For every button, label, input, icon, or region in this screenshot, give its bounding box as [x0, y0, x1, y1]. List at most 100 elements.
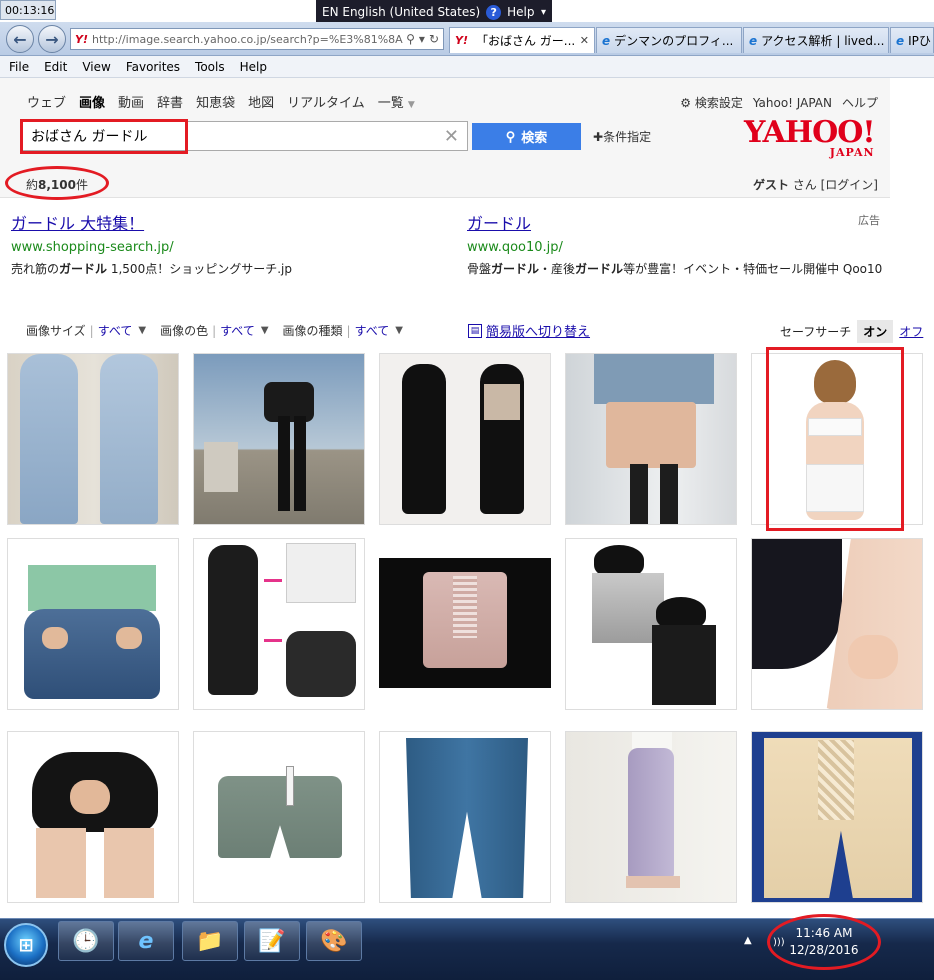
tab-label: アクセス解析 | lived... [761, 34, 885, 48]
tab-denman-profile[interactable]: e デンマンのプロフィ... [596, 27, 742, 53]
nav-chiebukuro[interactable]: 知恵袋 [196, 92, 235, 111]
filter-type-value[interactable]: すべて [355, 322, 390, 339]
safesearch-label: セーフサーチ [780, 325, 852, 339]
guest-suffix: さん [792, 178, 817, 192]
tab-yahoo-search[interactable]: Y! 「おばさん ガー... ✕ [449, 27, 595, 53]
annotation-result-count [5, 166, 109, 200]
plus-icon: ✚ [593, 130, 604, 144]
language-help-label[interactable]: Help [507, 5, 534, 19]
image-result[interactable] [565, 731, 737, 903]
menu-help[interactable]: Help [240, 60, 267, 74]
chevron-down-icon[interactable]: ▼ [395, 325, 403, 336]
search-button-label: 検索 [521, 130, 548, 145]
safesearch-off[interactable]: オフ [899, 323, 923, 340]
filter-color-label: 画像の色 [160, 324, 209, 338]
nav-list-label: 一覧 [377, 96, 404, 111]
image-result[interactable] [379, 353, 551, 525]
ad-title[interactable]: ガードル [467, 210, 907, 234]
address-url[interactable]: http://image.search.yahoo.co.jp/search?p… [92, 33, 403, 46]
address-bar[interactable]: Y! http://image.search.yahoo.co.jp/searc… [70, 28, 444, 50]
session-timer: 00:13:16 [0, 0, 56, 20]
menu-favorites[interactable]: Favorites [126, 60, 180, 74]
jeans-hands-back-pockets-image [8, 539, 178, 709]
tab-access-analysis[interactable]: e アクセス解析 | lived... [743, 27, 889, 53]
taskbar-file-explorer[interactable]: 📁 [182, 921, 238, 961]
forward-button[interactable]: → [38, 25, 66, 53]
close-icon[interactable]: ✕ [580, 34, 589, 47]
dropdown-icon[interactable]: ▾ [419, 32, 425, 46]
login-link[interactable]: [ログイン] [821, 178, 878, 192]
safesearch-on[interactable]: オン [857, 320, 894, 343]
nav-video[interactable]: 動画 [118, 92, 144, 111]
menu-file[interactable]: File [9, 60, 29, 74]
image-result[interactable] [379, 731, 551, 903]
image-result[interactable] [751, 731, 923, 903]
windows-logo-icon: ⊞ [18, 934, 34, 956]
nav-realtime[interactable]: リアルタイム [287, 92, 365, 111]
tab-ip[interactable]: e IPひ [890, 27, 934, 53]
nav-map[interactable]: 地図 [248, 92, 274, 111]
image-result[interactable] [7, 353, 179, 525]
langbar-options-icon[interactable]: ▾ [541, 7, 546, 18]
image-result[interactable] [379, 558, 551, 688]
image-filters: 画像サイズ | すべて ▼ 画像の色 | すべて ▼ 画像の種類 | すべて ▼ [26, 322, 417, 339]
clear-icon[interactable]: ✕ [444, 126, 459, 147]
language-label[interactable]: EN English (United States) [322, 5, 480, 19]
help-icon[interactable]: ? [486, 4, 502, 20]
image-result[interactable] [565, 353, 737, 525]
image-result[interactable] [7, 731, 179, 903]
taskbar-notepad[interactable]: 📝 [244, 921, 300, 961]
chevron-down-icon[interactable]: ▼ [261, 325, 269, 336]
menu-bar: File Edit View Favorites Tools Help [0, 56, 934, 78]
pink-lace-girdle-image [379, 558, 551, 688]
search-button[interactable]: ⚲ 検索 [472, 123, 581, 150]
show-hidden-icons[interactable]: ▲ [744, 935, 752, 946]
filter-size-value[interactable]: すべて [98, 322, 133, 339]
back-button[interactable]: ← [6, 25, 34, 53]
yahoo-japan-link[interactable]: Yahoo! JAPAN [753, 96, 832, 110]
image-result[interactable] [7, 538, 179, 710]
yahoo-favicon: Y! [75, 32, 88, 46]
taskbar-paint[interactable]: 🎨 [306, 921, 362, 961]
yahoo-logo[interactable]: YAHOO! JAPAN [744, 118, 876, 160]
nav-dictionary[interactable]: 辞書 [157, 92, 183, 111]
image-result[interactable] [565, 538, 737, 710]
taskbar-internet-explorer[interactable]: e [118, 921, 174, 961]
clock-app-icon: 🕒 [72, 928, 100, 954]
folder-icon: 📁 [196, 928, 224, 954]
simple-view-link[interactable]: ▤ 簡易版へ切り替え [468, 321, 590, 340]
taskbar-clock-app[interactable]: 🕒 [58, 921, 114, 961]
annotation-clock [767, 914, 881, 970]
tab-label: IPひ [908, 34, 931, 48]
beige-girdle-held-image [566, 354, 736, 524]
simple-view-icon: ▤ [468, 323, 482, 338]
ad-url[interactable]: www.shopping-search.jp/ [11, 240, 451, 255]
language-bar[interactable]: EN English (United States) ? Help ▾ [316, 0, 552, 24]
image-result[interactable] [193, 353, 365, 525]
filter-type-label: 画像の種類 [282, 324, 343, 338]
refresh-icon[interactable]: ↻ [429, 32, 439, 46]
menu-tools[interactable]: Tools [195, 60, 225, 74]
notepad-icon: 📝 [258, 928, 286, 954]
filter-color-value[interactable]: すべて [220, 322, 255, 339]
chevron-down-icon[interactable]: ▼ [138, 325, 146, 336]
nav-list[interactable]: 一覧 ▼ [378, 92, 415, 111]
grey-boxer-shorts-image [194, 732, 364, 902]
ad-title[interactable]: ガードル 大特集！ [11, 210, 451, 234]
image-result[interactable] [193, 538, 365, 710]
ad-description: 骨盤ガードル・産後ガードル等が豊富！イベント・特価セール開催中 Qoo10 [467, 261, 907, 278]
menu-view[interactable]: View [82, 60, 110, 74]
image-result[interactable] [193, 731, 365, 903]
conditions-label: 条件指定 [603, 130, 652, 144]
image-result[interactable] [751, 538, 923, 710]
ad-url[interactable]: www.qoo10.jp/ [467, 240, 907, 255]
search-settings-link[interactable]: ⚙ 検索設定 [680, 94, 743, 111]
menu-edit[interactable]: Edit [44, 60, 67, 74]
nav-web[interactable]: ウェブ [27, 92, 66, 111]
start-button[interactable]: ⊞ [4, 923, 48, 967]
help-link[interactable]: ヘルプ [842, 94, 878, 111]
search-icon[interactable]: ⚲ [406, 32, 415, 46]
conditions-link[interactable]: ✚条件指定 [593, 128, 651, 145]
ad-desc-text: 1,500点！ショッピングサーチ.jp [107, 262, 292, 276]
nav-images[interactable]: 画像 [79, 92, 105, 111]
